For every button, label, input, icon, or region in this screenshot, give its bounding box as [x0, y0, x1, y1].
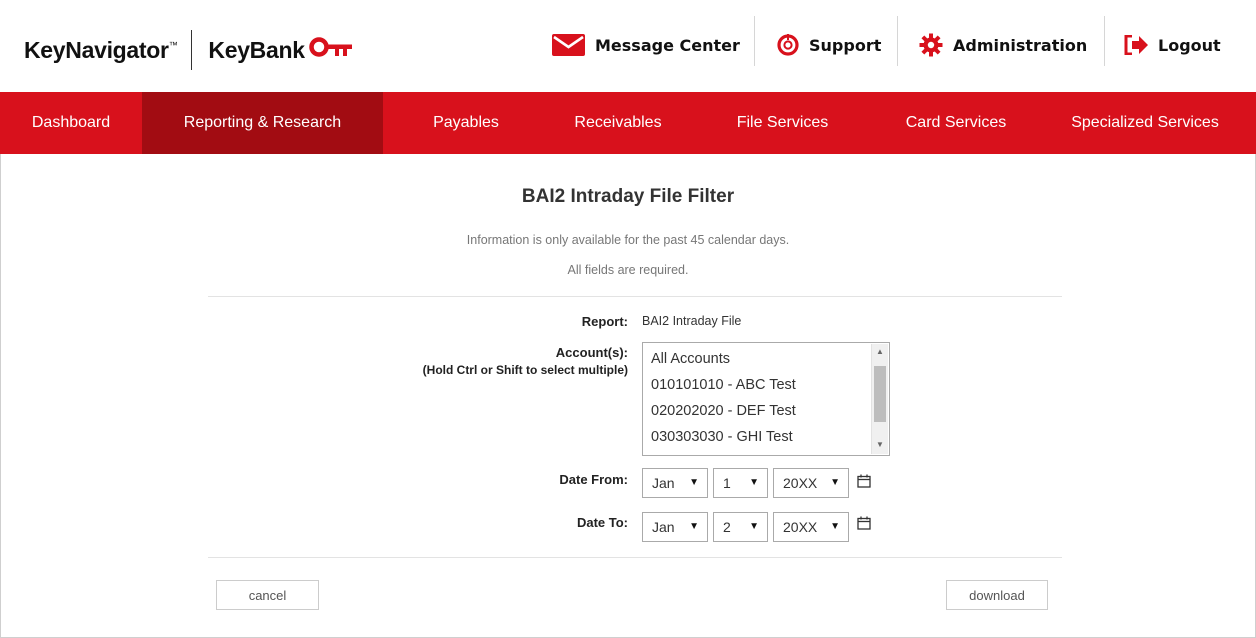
nav-item-dashboard[interactable]: Dashboard — [0, 92, 142, 154]
header-separator — [897, 16, 898, 66]
brand-divider — [191, 30, 193, 70]
date-to-day-select[interactable]: 2 ▼ — [713, 512, 768, 542]
scrollbar-thumb[interactable] — [874, 366, 886, 422]
report-value: BAI2 Intraday File — [642, 314, 742, 328]
date-to-label: Date To: — [576, 515, 628, 530]
date-to-year-select[interactable]: 20XX ▼ — [773, 512, 849, 542]
divider-bottom — [208, 557, 1062, 558]
date-from-day-select[interactable]: 1 ▼ — [713, 468, 768, 498]
scroll-down-icon[interactable]: ▼ — [872, 440, 888, 449]
bank-name: KeyBank — [208, 36, 305, 63]
gear-icon — [919, 33, 943, 57]
download-button[interactable]: download — [946, 580, 1048, 610]
nav-item-reporting-research[interactable]: Reporting & Research — [142, 92, 383, 154]
info-note: Information is only available for the pa… — [466, 233, 790, 247]
page-title: BAI2 Intraday File Filter — [521, 186, 735, 207]
cancel-button[interactable]: cancel — [216, 580, 319, 610]
header-separator — [754, 16, 755, 66]
envelope-icon — [552, 34, 585, 56]
logout-link[interactable]: Logout — [1124, 0, 1221, 90]
account-option[interactable]: 020202020 - DEF Test — [651, 403, 796, 419]
calendar-icon[interactable] — [857, 474, 871, 488]
required-note: All fields are required. — [567, 263, 689, 277]
brand-logo: KeyNavigator™ KeyBank — [24, 30, 355, 70]
lifebuoy-icon — [777, 34, 799, 56]
nav-item-card-services[interactable]: Card Services — [878, 92, 1034, 154]
date-from-year-select[interactable]: 20XX ▼ — [773, 468, 849, 498]
administration-link[interactable]: Administration — [919, 0, 1087, 90]
nav-item-file-services[interactable]: File Services — [687, 92, 878, 154]
account-option[interactable]: All Accounts — [651, 351, 730, 367]
accounts-listbox[interactable]: All Accounts 010101010 - ABC Test 020202… — [642, 342, 890, 456]
report-label: Report: — [581, 314, 628, 329]
top-bar: KeyNavigator™ KeyBank Message Center Sup… — [0, 0, 1256, 92]
account-option[interactable]: 010101010 - ABC Test — [651, 377, 796, 393]
listbox-scrollbar[interactable]: ▲ ▼ — [871, 344, 888, 454]
caret-down-icon: ▼ — [689, 521, 699, 532]
nav-item-receivables[interactable]: Receivables — [549, 92, 687, 154]
divider-top — [208, 296, 1062, 297]
scroll-up-icon[interactable]: ▲ — [872, 347, 888, 356]
caret-down-icon: ▼ — [830, 521, 840, 532]
accounts-hint: (Hold Ctrl or Shift to select multiple) — [422, 363, 628, 377]
product-name: KeyNavigator™ — [24, 36, 178, 63]
accounts-label: Account(s): — [555, 345, 628, 360]
calendar-icon[interactable] — [857, 516, 871, 530]
caret-down-icon: ▼ — [749, 521, 759, 532]
date-to-month-select[interactable]: Jan ▼ — [642, 512, 708, 542]
nav-item-payables[interactable]: Payables — [383, 92, 549, 154]
caret-down-icon: ▼ — [689, 477, 699, 488]
logout-arrow-icon — [1124, 35, 1148, 55]
account-option[interactable]: 030303030 - GHI Test — [651, 429, 793, 445]
main-nav: Dashboard Reporting & Research Payables … — [0, 92, 1256, 154]
date-from-month-select[interactable]: Jan ▼ — [642, 468, 708, 498]
support-link[interactable]: Support — [777, 0, 881, 90]
key-logo-icon — [308, 36, 355, 65]
header-separator — [1104, 16, 1105, 66]
nav-item-specialized-services[interactable]: Specialized Services — [1034, 92, 1256, 154]
caret-down-icon: ▼ — [830, 477, 840, 488]
caret-down-icon: ▼ — [749, 477, 759, 488]
message-center-link[interactable]: Message Center — [552, 0, 740, 90]
date-from-label: Date From: — [559, 472, 628, 487]
